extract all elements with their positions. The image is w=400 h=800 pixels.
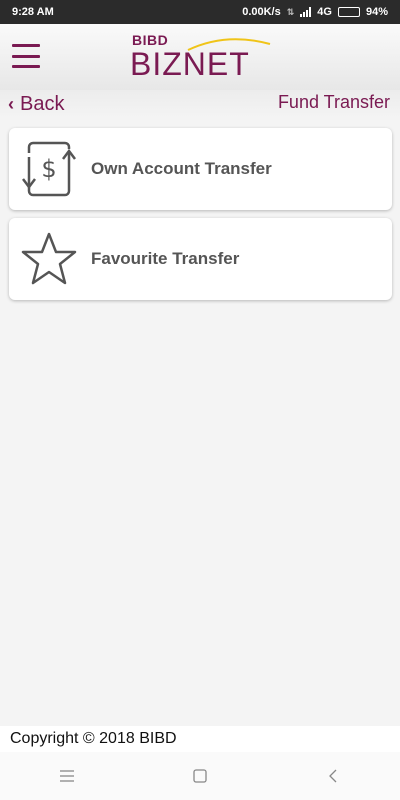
nav-bar: ‹ Back Fund Transfer <box>0 90 400 118</box>
favourite-transfer-label: Favourite Transfer <box>91 249 240 268</box>
system-navigation-bar <box>0 752 400 800</box>
status-bar: 9:28 AM 0.00K/s ⇅ 4G 94% <box>0 0 400 24</box>
app-header: BIBD BIZNET <box>0 24 400 90</box>
network-speed: 0.00K/s <box>242 6 281 18</box>
footer: Copyright © 2018 BIBD <box>0 726 400 752</box>
recents-menu-icon[interactable] <box>47 756 87 796</box>
dollar-transfer-icon: $ <box>13 133 85 205</box>
bibd-biznet-logo: BIBD BIZNET <box>130 30 271 86</box>
back-button[interactable]: ‹ Back <box>8 92 64 116</box>
chevron-left-icon: ‹ <box>8 93 14 114</box>
own-account-transfer-button[interactable]: $ Own Account Transfer <box>9 128 392 210</box>
own-account-transfer-label: Own Account Transfer <box>91 159 272 178</box>
data-arrows-icon: ⇅ <box>286 6 295 17</box>
back-label: Back <box>20 92 65 115</box>
battery-percent: 94% <box>365 6 388 18</box>
battery-icon <box>337 7 360 17</box>
copyright-text: Copyright © 2018 BIBD <box>10 730 177 747</box>
signal-icon <box>300 7 312 17</box>
svg-text:$: $ <box>41 155 56 183</box>
logo-main-text: BIZNET <box>130 46 250 82</box>
status-time: 9:28 AM <box>12 6 54 18</box>
status-indicators: 0.00K/s ⇅ 4G 94% <box>242 6 388 18</box>
page-title: Fund Transfer <box>277 92 390 112</box>
home-square-icon[interactable] <box>180 756 220 796</box>
network-type: 4G <box>317 6 332 18</box>
favourite-transfer-button[interactable]: Favourite Transfer <box>9 218 392 300</box>
hamburger-menu-icon[interactable] <box>12 44 40 68</box>
star-icon <box>13 223 85 295</box>
back-chevron-icon[interactable] <box>313 756 353 796</box>
